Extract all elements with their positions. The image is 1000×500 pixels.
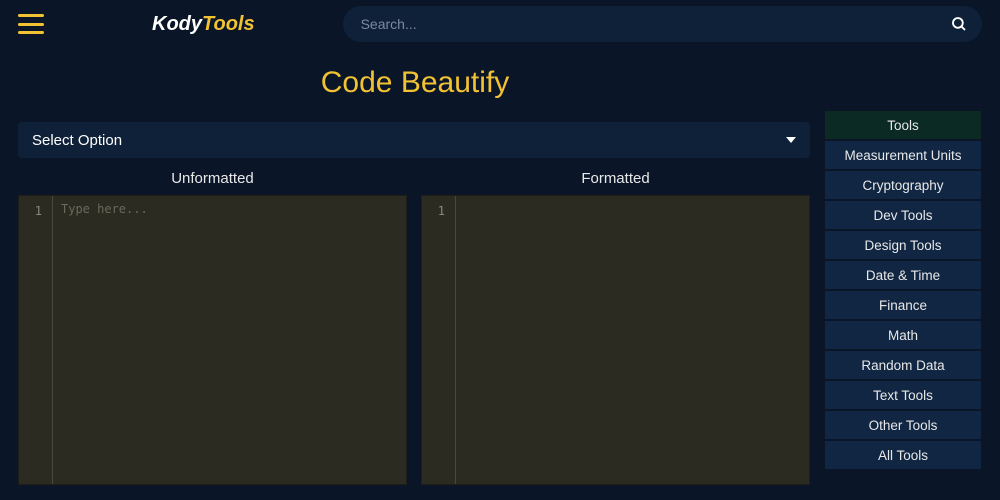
page-title: Code Beautify <box>0 66 1000 100</box>
editor-panes: Unformatted 1 Type here... Formatted 1 <box>18 166 810 485</box>
sidebar-item[interactable]: Other Tools <box>824 410 982 440</box>
sidebar-item[interactable]: Design Tools <box>824 230 982 260</box>
sidebar-item[interactable]: All Tools <box>824 440 982 470</box>
brand-first: Kody <box>152 13 202 35</box>
sidebar-item[interactable]: Math <box>824 320 982 350</box>
brand-logo[interactable]: KodyTools <box>152 13 255 36</box>
line-number: 1 <box>422 202 449 220</box>
unformatted-gutter: 1 <box>19 196 53 484</box>
formatted-label: Formatted <box>421 166 810 195</box>
unformatted-editor[interactable]: 1 Type here... <box>18 195 407 485</box>
brand-second: Tools <box>202 13 255 35</box>
unformatted-pane: Unformatted 1 Type here... <box>18 166 407 485</box>
chevron-down-icon <box>786 137 796 143</box>
sidebar-item[interactable]: Finance <box>824 290 982 320</box>
sidebar: ToolsMeasurement UnitsCryptographyDev To… <box>824 110 982 470</box>
language-select[interactable]: Select Option <box>18 122 810 158</box>
search-input[interactable] <box>343 6 982 42</box>
sidebar-item[interactable]: Tools <box>824 110 982 140</box>
line-number: 1 <box>19 202 46 220</box>
unformatted-label: Unformatted <box>18 166 407 195</box>
select-label: Select Option <box>32 132 122 149</box>
unformatted-placeholder: Type here... <box>61 202 148 216</box>
search-icon[interactable] <box>950 15 968 33</box>
formatted-pane: Formatted 1 <box>421 166 810 485</box>
sidebar-item[interactable]: Date & Time <box>824 260 982 290</box>
unformatted-code-area[interactable]: Type here... <box>53 196 406 484</box>
search-wrap <box>343 6 982 42</box>
formatted-gutter: 1 <box>422 196 456 484</box>
body: Select Option Unformatted 1 Type here...… <box>0 122 1000 485</box>
sidebar-item[interactable]: Random Data <box>824 350 982 380</box>
hamburger-menu-icon[interactable] <box>18 14 44 34</box>
sidebar-item[interactable]: Cryptography <box>824 170 982 200</box>
topbar: KodyTools <box>0 0 1000 48</box>
sidebar-item[interactable]: Measurement Units <box>824 140 982 170</box>
formatted-editor[interactable]: 1 <box>421 195 810 485</box>
sidebar-item[interactable]: Dev Tools <box>824 200 982 230</box>
main: Select Option Unformatted 1 Type here...… <box>18 122 810 485</box>
sidebar-item[interactable]: Text Tools <box>824 380 982 410</box>
formatted-code-area[interactable] <box>456 196 809 484</box>
